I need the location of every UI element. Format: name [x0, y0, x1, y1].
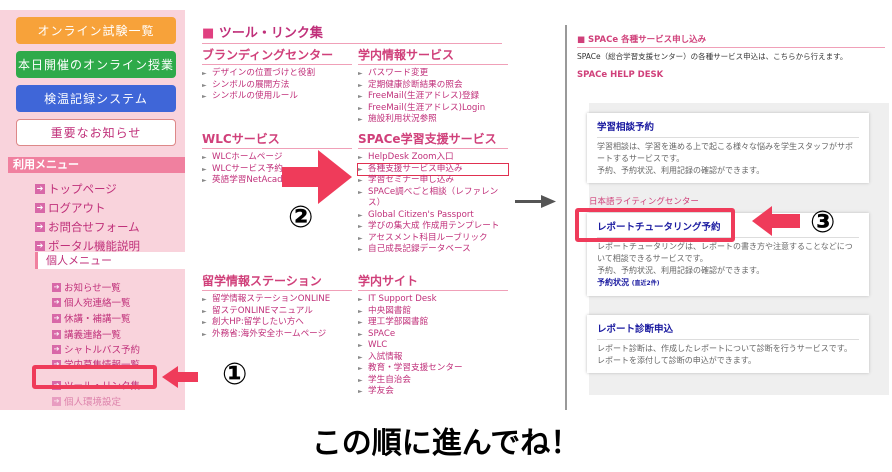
caption: この順に進んでね！: [311, 426, 581, 461]
arrow-icon: [282, 150, 352, 204]
arrow-icon: [752, 206, 800, 236]
step-1-label: ①: [222, 357, 248, 392]
arrow-icon: [162, 366, 198, 388]
step-3-label: ③: [810, 205, 836, 240]
step-2-label: ②: [288, 200, 314, 235]
annotation-arrows: [162, 150, 800, 388]
gray-arrow-icon: [515, 195, 556, 208]
